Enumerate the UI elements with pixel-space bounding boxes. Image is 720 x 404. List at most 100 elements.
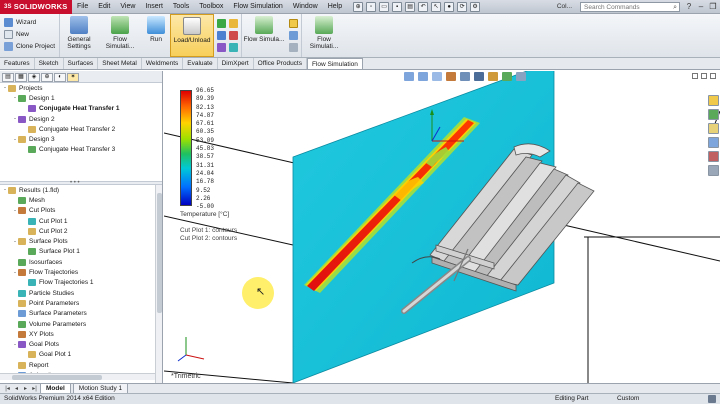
- results-tree-item-goal-plot-1[interactable]: Goal Plot 1: [2, 350, 155, 360]
- general-settings-button[interactable]: General Settings: [60, 14, 98, 57]
- minimize-icon[interactable]: –: [696, 1, 706, 12]
- viewport-minimize-icon[interactable]: [692, 73, 698, 79]
- cut-plot-button[interactable]: [217, 17, 239, 29]
- results-tree-item-flow-trajectories[interactable]: - Flow Trajectories: [2, 267, 155, 277]
- menu-view[interactable]: View: [115, 0, 140, 14]
- previous-view-icon[interactable]: [432, 72, 442, 81]
- rebuild-icon[interactable]: ⟳: [457, 1, 468, 12]
- display-button-3[interactable]: [289, 41, 299, 53]
- project-tree-item-design-1[interactable]: - Design 1: [2, 93, 162, 103]
- menu-insert[interactable]: Insert: [140, 0, 168, 14]
- select-arrow-icon[interactable]: ↖: [431, 1, 442, 12]
- zoom-to-fit-icon[interactable]: [404, 72, 414, 81]
- open-icon[interactable]: ▭: [379, 1, 390, 12]
- results-tree-item-results-1-fld[interactable]: - Results (1.fld): [2, 185, 155, 195]
- flow-trajectories-button[interactable]: [217, 29, 239, 41]
- resources-icon[interactable]: [708, 95, 719, 106]
- solidworks-logo[interactable]: 3S SOLIDWORKS: [0, 0, 72, 14]
- results-tree-item-xy-plots[interactable]: XY Plots: [2, 329, 155, 339]
- search-box[interactable]: ⌕: [580, 2, 680, 12]
- project-tree-item-conjugate-heat-transfer-3[interactable]: Conjugate Heat Transfer 3: [2, 145, 162, 155]
- display-button-2[interactable]: [289, 29, 299, 41]
- tab-surfaces[interactable]: Surfaces: [64, 58, 99, 69]
- menu-flow-simulation[interactable]: Flow Simulation: [228, 0, 287, 14]
- last-tab-icon[interactable]: ▸|: [31, 385, 38, 392]
- results-tree-item-cut-plots[interactable]: - Cut Plots: [2, 206, 155, 216]
- zoom-area-icon[interactable]: [418, 72, 428, 81]
- menu-toolbox[interactable]: Toolbox: [194, 0, 228, 14]
- results-tree-item-isosurfaces[interactable]: Isosurfaces: [2, 257, 155, 267]
- tab-weldments[interactable]: Weldments: [142, 58, 184, 69]
- appearance-icon[interactable]: [502, 72, 512, 81]
- viewport-maximize-icon[interactable]: [701, 73, 707, 79]
- unit-system[interactable]: Custom: [617, 394, 639, 404]
- display-style-icon[interactable]: [474, 72, 484, 81]
- tree-vertical-scrollbar[interactable]: [155, 185, 162, 383]
- save-icon[interactable]: ▪: [392, 1, 403, 12]
- tab-sketch[interactable]: Sketch: [35, 58, 64, 69]
- graphics-area[interactable]: 96.65 89.39 82.13 74.87 67.61 60.35 53.09 45.83…: [164, 71, 720, 383]
- flow-simulation-tools-button[interactable]: Flow Simulati...: [302, 14, 346, 57]
- menu-edit[interactable]: Edit: [93, 0, 115, 14]
- flow-analysis-tree-tab-icon[interactable]: ✶: [67, 73, 79, 82]
- new-button[interactable]: New: [4, 28, 55, 40]
- custom-properties-icon[interactable]: [708, 165, 719, 176]
- goal-plot-button[interactable]: [217, 41, 239, 53]
- feature-manager-tab-icon[interactable]: ▤: [2, 73, 14, 82]
- menu-window[interactable]: Window: [288, 0, 323, 14]
- horizontal-scroll-thumb[interactable]: [12, 375, 102, 380]
- flow-simulation-results-button[interactable]: Flow Simula...: [242, 14, 286, 57]
- flow-simulation-feature-button[interactable]: Flow Simulati...: [98, 14, 142, 57]
- menu-tools[interactable]: Tools: [168, 0, 194, 14]
- results-tree-item-point-parameters[interactable]: Point Parameters: [2, 298, 155, 308]
- tab-evaluate[interactable]: Evaluate: [183, 58, 218, 69]
- project-tree-item-design-3[interactable]: - Design 3: [2, 134, 162, 144]
- project-tree-item-design-2[interactable]: - Design 2: [2, 114, 162, 124]
- tab-features[interactable]: Features: [0, 58, 35, 69]
- clone-project-button[interactable]: Clone Project: [4, 40, 55, 52]
- dimxpert-tab-icon[interactable]: ⊕: [41, 73, 53, 82]
- load-unload-button[interactable]: Load/Unload: [170, 14, 215, 57]
- results-tree-item-cut-plot-2[interactable]: Cut Plot 2: [2, 226, 155, 236]
- tab-office-products[interactable]: Office Products: [254, 58, 307, 69]
- status-options-icon[interactable]: [708, 395, 716, 403]
- scene-icon[interactable]: [516, 72, 526, 81]
- undo-icon[interactable]: ↶: [418, 1, 429, 12]
- wizard-button[interactable]: Wizard: [4, 16, 55, 28]
- tab-sheet-metal[interactable]: Sheet Metal: [98, 58, 142, 69]
- help-icon[interactable]: ?: [684, 1, 694, 12]
- display-button-1[interactable]: [289, 17, 299, 29]
- results-tree-item-surface-plots[interactable]: - Surface Plots: [2, 236, 155, 246]
- project-tree-item-conjugate-heat-transfer-1[interactable]: Conjugate Heat Transfer 1: [2, 104, 162, 114]
- display-manager-tab-icon[interactable]: ◐: [54, 73, 66, 82]
- search-commands-input[interactable]: [584, 3, 664, 11]
- appearances-icon[interactable]: [708, 151, 719, 162]
- new-document-icon[interactable]: ▫: [366, 1, 377, 12]
- view-orientation-icon[interactable]: [460, 72, 470, 81]
- next-tab-icon[interactable]: ▸: [22, 385, 29, 392]
- view-palette-icon[interactable]: [708, 137, 719, 148]
- results-tree-item-surface-plot-1[interactable]: Surface Plot 1: [2, 247, 155, 257]
- search-icon[interactable]: ⌕: [673, 3, 677, 12]
- results-tree-item-flow-trajectories-1[interactable]: Flow Trajectories 1: [2, 278, 155, 288]
- prev-tab-icon[interactable]: ◂: [13, 385, 20, 392]
- file-explorer-icon[interactable]: [708, 123, 719, 134]
- section-view-icon[interactable]: [446, 72, 456, 81]
- results-tree-item-volume-parameters[interactable]: Volume Parameters: [2, 319, 155, 329]
- menu-help[interactable]: Help: [323, 0, 347, 14]
- restore-icon[interactable]: ❐: [708, 1, 718, 12]
- print-icon[interactable]: ▤: [405, 1, 416, 12]
- menu-file[interactable]: File: [72, 0, 93, 14]
- results-tree-item-mesh[interactable]: Mesh: [2, 195, 155, 205]
- first-tab-icon[interactable]: |◂: [4, 385, 11, 392]
- traffic-light-icon[interactable]: ●: [444, 1, 455, 12]
- property-manager-tab-icon[interactable]: ▦: [15, 73, 27, 82]
- results-tree-item-goal-plots[interactable]: - Goal Plots: [2, 339, 155, 349]
- viewport-close-icon[interactable]: [710, 73, 716, 79]
- options-icon[interactable]: ⚙: [470, 1, 481, 12]
- results-tree-item-surface-parameters[interactable]: Surface Parameters: [2, 309, 155, 319]
- pin-icon[interactable]: ⊕: [353, 1, 364, 12]
- model-view[interactable]: [164, 71, 720, 383]
- results-tree-item-particle-studies[interactable]: Particle Studies: [2, 288, 155, 298]
- vertical-scroll-thumb[interactable]: [157, 193, 162, 313]
